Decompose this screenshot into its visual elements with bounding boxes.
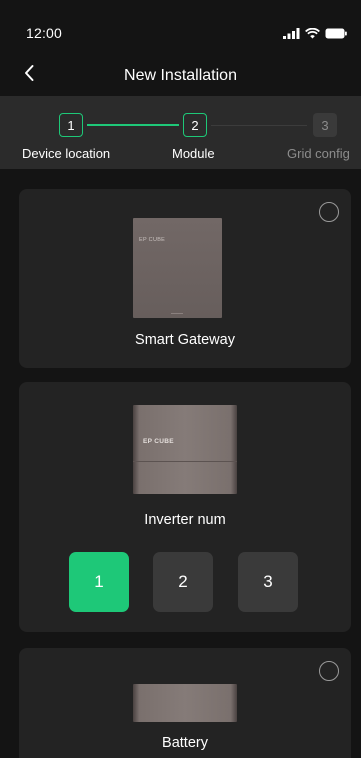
inverter-option-3[interactable]: 3 xyxy=(238,552,298,612)
module-list[interactable]: EP CUBE Smart Gateway EP CUBE Inverter n… xyxy=(0,169,361,758)
status-bar: 12:00 xyxy=(0,0,361,60)
gateway-led xyxy=(171,313,183,314)
step-2-indicator: 2 xyxy=(183,113,207,137)
battery-image xyxy=(133,684,237,722)
step-1-indicator: 1 xyxy=(59,113,83,137)
inverter-brand-logo: EP CUBE xyxy=(143,438,174,445)
step-connector-2 xyxy=(211,125,307,126)
inverter-option-2[interactable]: 2 xyxy=(153,552,213,612)
step-connector-1 xyxy=(87,124,179,126)
step-1-label: Device location xyxy=(22,146,111,161)
nav-bar: New Installation xyxy=(0,60,361,96)
status-time: 12:00 xyxy=(26,25,63,41)
battery-icon xyxy=(325,26,347,44)
step-2-label: Module xyxy=(172,146,215,161)
progress-stepper: 1 2 3 Device location Module Grid config xyxy=(0,96,361,169)
gateway-radio[interactable] xyxy=(319,202,339,222)
battery-label: Battery xyxy=(162,735,208,751)
gateway-image: EP CUBE xyxy=(133,218,222,318)
gateway-label: Smart Gateway xyxy=(135,332,235,348)
gateway-brand-logo: EP CUBE xyxy=(139,237,166,243)
wifi-icon xyxy=(305,26,320,44)
inverter-label: Inverter num xyxy=(144,512,226,528)
gateway-card[interactable]: EP CUBE Smart Gateway xyxy=(19,189,351,368)
inverter-option-1[interactable]: 1 xyxy=(69,552,129,612)
inverter-seam xyxy=(133,461,237,462)
page-title: New Installation xyxy=(124,67,237,84)
inverter-image: EP CUBE xyxy=(133,405,237,494)
battery-card[interactable]: Battery xyxy=(19,648,351,758)
step-3-label: Grid config xyxy=(287,146,350,161)
battery-radio[interactable] xyxy=(319,661,339,681)
status-icons xyxy=(283,26,347,44)
signal-icon xyxy=(283,26,300,44)
step-3-indicator: 3 xyxy=(313,113,337,137)
